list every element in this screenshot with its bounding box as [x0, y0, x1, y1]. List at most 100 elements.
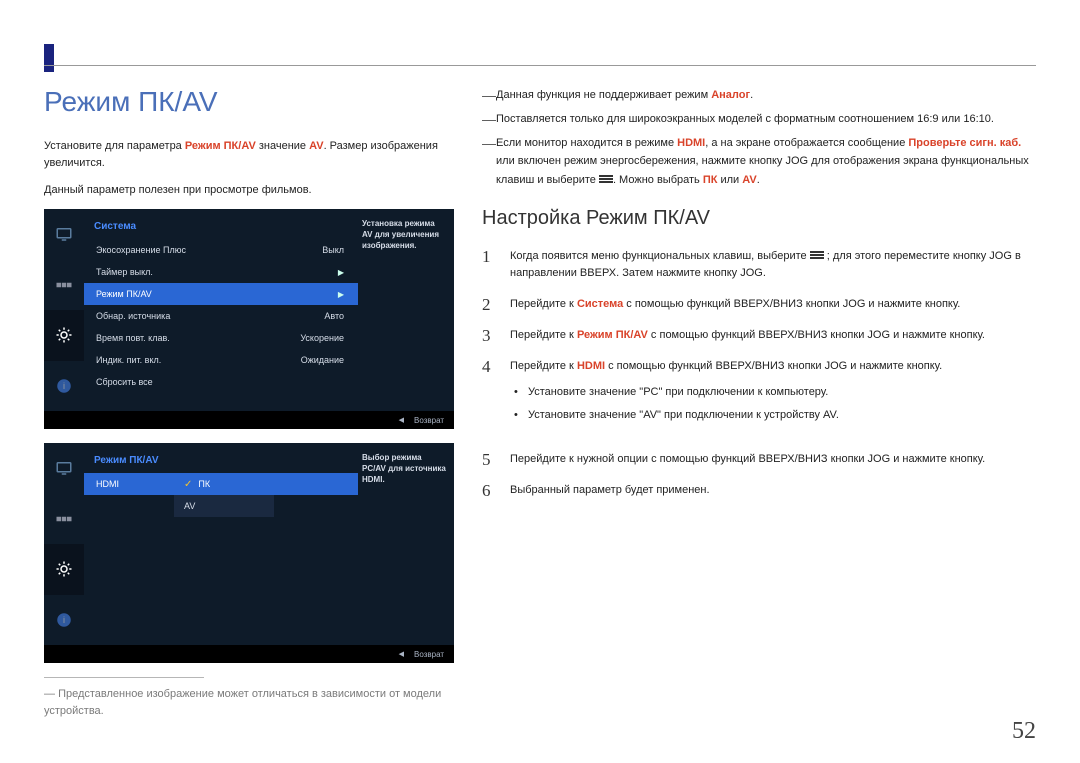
osd-item-label: Время повт. клав.	[96, 333, 170, 343]
osd-item-label: HDMI	[96, 479, 119, 489]
back-label[interactable]: Возврат	[414, 650, 444, 659]
system-tab-icon[interactable]	[44, 544, 84, 595]
text: Перейдите к	[510, 298, 577, 310]
text: или включен режим энергосбережения, нажм…	[496, 155, 1029, 185]
osd-item[interactable]: Обнар. источникаАвто	[84, 305, 358, 327]
osd-item[interactable]: Экосохранение Плюс Выкл	[84, 239, 358, 261]
step-item: Перейдите к Система с помощью функций ВВ…	[482, 292, 1036, 323]
picture-tab-icon[interactable]	[44, 443, 84, 494]
text: .	[750, 89, 753, 101]
osd-item-label: Сбросить все	[96, 377, 153, 387]
highlight: Режим ПК/AV	[577, 329, 648, 341]
osd-item-value: Ожидание	[301, 355, 344, 365]
osd-item-label: Экосохранение Плюс	[96, 245, 186, 255]
osd-item-value: Выкл	[322, 245, 344, 255]
text: с помощью функций ВВЕРХ/ВНИЗ кнопки JOG …	[623, 298, 960, 310]
highlight: HDMI	[677, 137, 705, 149]
note-item: Поставляется только для широкоэкранных м…	[482, 110, 1036, 128]
osd-footer: ◀ Возврат	[44, 645, 454, 663]
step-item: Перейдите к HDMI с помощью функций ВВЕРХ…	[482, 354, 1036, 447]
check-icon: ✓	[184, 479, 192, 490]
text: Поставляется только для широкоэкранных м…	[496, 113, 994, 125]
system-tab-icon[interactable]	[44, 310, 84, 361]
osd-item-label: Индик. пит. вкл.	[96, 355, 161, 365]
osd-system-menu: i Система Экосохранение Плюс Выкл Таймер в…	[44, 209, 454, 429]
osd-option-label: AV	[184, 501, 195, 511]
osd-submenu: ✓ ПК AV	[174, 473, 274, 517]
text: Установите для параметра	[44, 140, 185, 152]
text: значение	[256, 140, 309, 152]
back-icon[interactable]: ◀	[399, 416, 404, 424]
menu-icon	[599, 174, 613, 184]
sub-bullets: Установите значение "PC" при подключении…	[514, 381, 1036, 427]
text: . Можно выбрать	[613, 174, 703, 186]
text: или	[717, 174, 742, 186]
right-column: Данная функция не поддерживает режим Ана…	[482, 86, 1036, 730]
intro-para-1: Установите для параметра Режим ПК/AV зна…	[44, 138, 454, 172]
left-column: Режим ПК/AV Установите для параметра Реж…	[44, 86, 454, 730]
notes-list: Данная функция не поддерживает режим Ана…	[482, 86, 1036, 189]
osd-item-value: ▶	[338, 290, 344, 299]
highlight: AV	[309, 140, 323, 152]
page-number: 52	[1012, 718, 1036, 745]
back-icon[interactable]: ◀	[399, 650, 404, 658]
osd-option[interactable]: AV	[174, 495, 274, 517]
svg-text:i: i	[63, 381, 65, 391]
step-item: Перейдите к Режим ПК/AV с помощью функци…	[482, 323, 1036, 354]
steps-list: Когда появится меню функциональных клави…	[482, 244, 1036, 509]
text: .	[757, 174, 760, 186]
osd-item-label: Таймер выкл.	[96, 267, 153, 277]
menu-icon	[810, 250, 824, 260]
svg-text:i: i	[63, 615, 65, 625]
display-tab-icon[interactable]	[44, 260, 84, 311]
osd-item[interactable]: Индик. пит. вкл. Ожидание	[84, 349, 358, 371]
picture-tab-icon[interactable]	[44, 209, 84, 260]
osd-item-value: ▶	[338, 268, 344, 277]
highlight: ПК	[703, 174, 718, 186]
osd-title: Режим ПК/AV	[94, 455, 158, 466]
osd-item[interactable]: Время повт. клав. Ускорение	[84, 327, 358, 349]
intro-para-2: Данный параметр полезен при просмотре фи…	[44, 182, 454, 199]
text: Данная функция не поддерживает режим	[496, 89, 711, 101]
text: Если монитор находится в режиме	[496, 137, 677, 149]
osd-item-value: Авто	[324, 311, 344, 321]
osd-item[interactable]: Таймер выкл. ▶	[84, 261, 358, 283]
text: с помощью функций ВВЕРХ/ВНИЗ кнопки JOG …	[648, 329, 985, 341]
text: Перейдите к	[510, 360, 577, 372]
bullet-item: Установите значение "PC" при подключении…	[514, 381, 1036, 404]
osd-hint: Выбор режима PC/AV для источника HDMI.	[362, 453, 446, 488]
highlight: Режим ПК/AV	[185, 140, 256, 152]
osd-hint-text: Выбор режима PC/AV для источника HDMI.	[362, 453, 446, 485]
highlight: HDMI	[577, 360, 605, 372]
info-tab-icon[interactable]: i	[44, 361, 84, 412]
highlight: AV	[742, 174, 756, 186]
osd-title: Система	[94, 221, 136, 232]
text: Перейдите к нужной опции с помощью функц…	[510, 453, 985, 465]
osd-hint-text: Установка режима AV для увеличения изобр…	[362, 219, 446, 251]
subsection-heading: Настройка Режим ПК/AV	[482, 207, 1036, 230]
osd-item-value: Ускорение	[300, 333, 344, 343]
back-label[interactable]: Возврат	[414, 416, 444, 425]
header-tick	[44, 44, 54, 72]
osd-item[interactable]: Сбросить все	[84, 371, 358, 393]
step-item: Перейдите к нужной опции с помощью функц…	[482, 447, 1036, 478]
page: Режим ПК/AV Установите для параметра Реж…	[0, 0, 1080, 763]
step-item: Выбранный параметр будет применен.	[482, 478, 1036, 509]
bullet-item: Установите значение "AV" при подключении…	[514, 404, 1036, 427]
columns: Режим ПК/AV Установите для параметра Реж…	[44, 86, 1036, 730]
display-tab-icon[interactable]	[44, 494, 84, 545]
osd-footer: ◀ Возврат	[44, 411, 454, 429]
osd-option[interactable]: ✓ ПК	[174, 473, 274, 495]
highlight: Аналог	[711, 89, 750, 101]
osd-option-label: ПК	[198, 479, 210, 489]
footnote: ― Представленное изображение может отлич…	[44, 686, 454, 720]
osd-item[interactable]: Режим ПК/AV▶	[84, 283, 358, 305]
osd-tabs: i	[44, 209, 84, 411]
osd-items: Экосохранение ПлюсВыклТаймер выкл.▶Режим…	[84, 239, 358, 393]
info-tab-icon[interactable]: i	[44, 595, 84, 646]
text: Выбранный параметр будет применен.	[510, 484, 710, 496]
footnote-rule	[44, 677, 204, 678]
osd-hint: Установка режима AV для увеличения изобр…	[362, 219, 446, 254]
text: с помощью функций ВВЕРХ/ВНИЗ кнопки JOG …	[605, 360, 942, 372]
section-heading: Режим ПК/AV	[44, 86, 454, 118]
